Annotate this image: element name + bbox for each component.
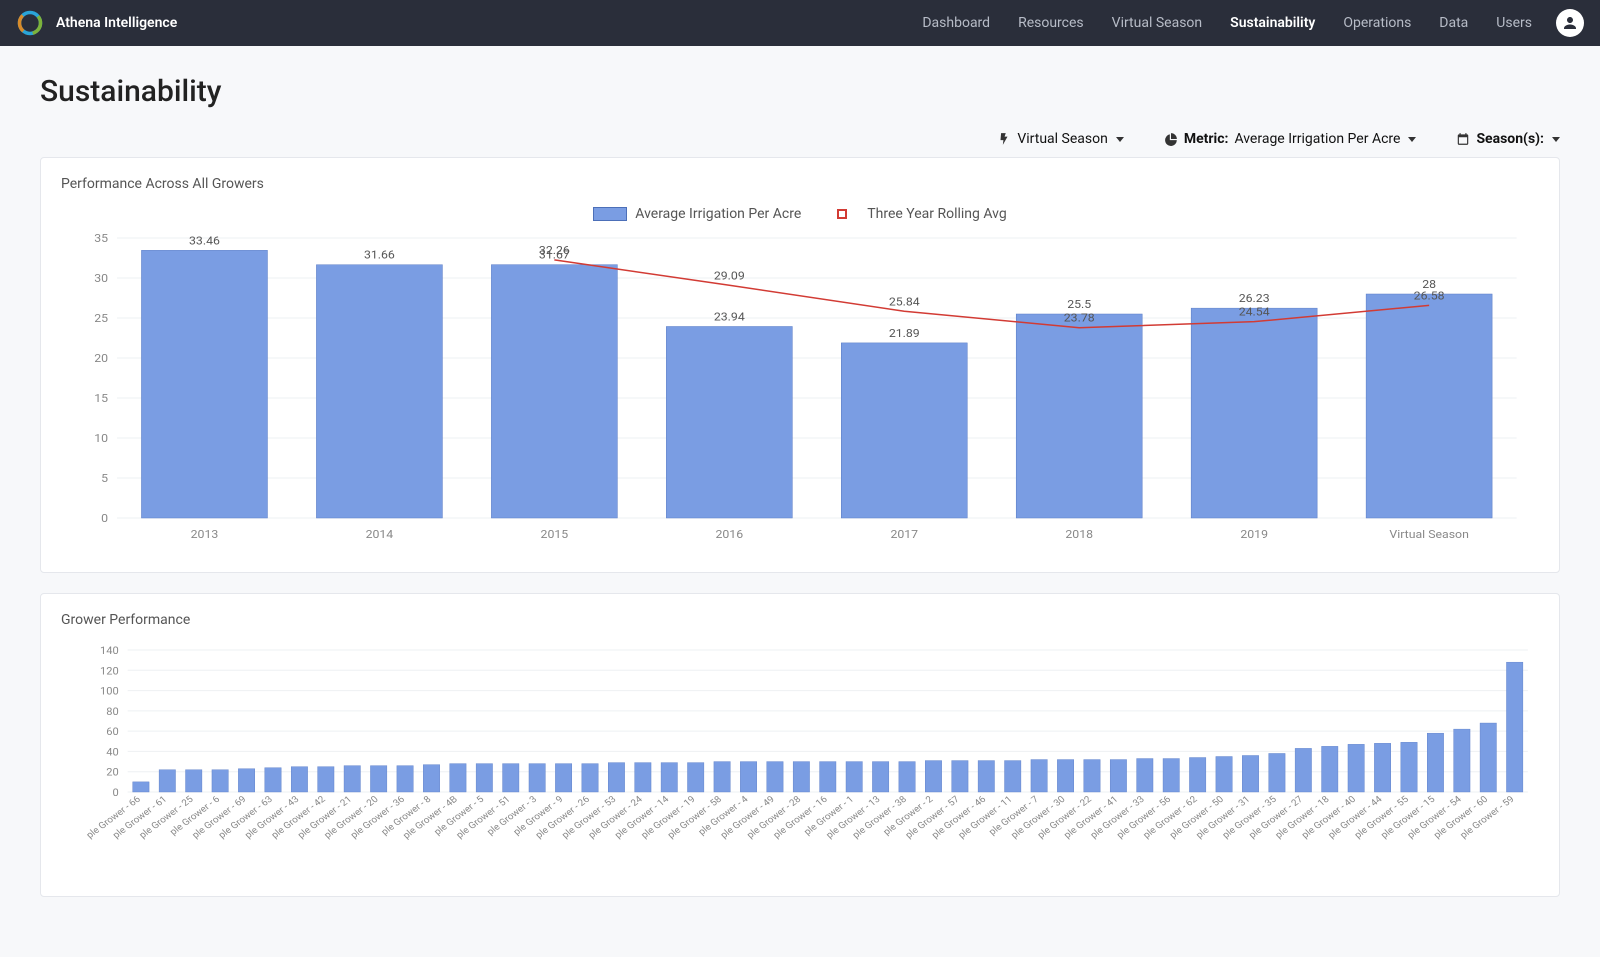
svg-text:24.54: 24.54 [1239,305,1270,318]
svg-text:10: 10 [94,432,108,445]
svg-text:2015: 2015 [541,528,569,541]
svg-text:0: 0 [101,512,108,525]
chart1-title: Performance Across All Growers [61,176,1539,192]
chevron-down-icon [1408,137,1416,142]
svg-text:2013: 2013 [191,528,219,541]
nav-link-resources[interactable]: Resources [1018,15,1084,31]
svg-text:2019: 2019 [1240,528,1268,541]
chevron-down-icon [1552,137,1560,142]
svg-text:20: 20 [106,766,119,778]
svg-text:20: 20 [94,352,108,365]
svg-text:30: 30 [94,272,108,285]
svg-text:120: 120 [100,665,119,677]
calendar-icon [1456,132,1470,146]
svg-text:100: 100 [100,685,119,697]
svg-text:2017: 2017 [890,528,918,541]
nav-link-users[interactable]: Users [1496,15,1532,31]
svg-text:0: 0 [113,787,119,799]
svg-text:31.66: 31.66 [364,248,395,261]
svg-text:Virtual Season: Virtual Season [1389,528,1468,541]
seasons-dropdown[interactable]: Season(s): [1456,131,1560,147]
chart2-title: Grower Performance [61,612,1539,628]
svg-text:5: 5 [101,472,108,485]
virtual-season-dropdown[interactable]: Virtual Season [997,131,1124,147]
line-swatch-icon [825,209,859,219]
svg-text:35: 35 [94,232,108,245]
svg-text:26.23: 26.23 [1239,292,1270,305]
svg-text:15: 15 [94,392,108,405]
performance-across-growers-card: Performance Across All Growers Average I… [40,157,1560,573]
legend-bar[interactable]: Average Irrigation Per Acre [593,206,801,222]
svg-text:2014: 2014 [366,528,394,541]
svg-text:23.78: 23.78 [1064,311,1095,324]
svg-text:80: 80 [106,705,119,717]
svg-text:2016: 2016 [715,528,743,541]
bar-swatch-icon [593,207,627,221]
svg-text:40: 40 [106,746,119,758]
user-avatar[interactable] [1556,9,1584,37]
user-icon [1561,14,1579,32]
chart1-svg: 0510152025303533.46201331.66201431.67201… [61,228,1539,548]
svg-text:25.84: 25.84 [889,295,920,308]
nav-link-sustainability[interactable]: Sustainability [1230,15,1315,31]
svg-text:23.94: 23.94 [714,310,745,323]
grower-performance-card: Grower Performance 020406080100120140ple… [40,593,1560,897]
svg-text:25: 25 [94,312,108,325]
metric-dropdown[interactable]: Metric: Average Irrigation Per Acre [1164,131,1417,147]
svg-text:2018: 2018 [1065,528,1093,541]
legend-line[interactable]: Three Year Rolling Avg [825,206,1006,222]
brand-logo-icon [16,9,44,37]
nav-link-data[interactable]: Data [1439,15,1468,31]
nav-link-operations[interactable]: Operations [1343,15,1411,31]
chart2-svg: 020406080100120140ple Grower - 66ple Gro… [61,642,1539,872]
brand-title: Athena Intelligence [56,15,177,31]
svg-text:21.89: 21.89 [889,327,920,340]
svg-text:29.09: 29.09 [714,269,745,282]
svg-text:26.58: 26.58 [1414,289,1445,302]
svg-text:140: 140 [100,645,119,657]
svg-text:33.46: 33.46 [189,234,220,247]
svg-text:60: 60 [106,726,119,738]
nav-link-virtual-season[interactable]: Virtual Season [1112,15,1203,31]
page-title: Sustainability [40,74,1560,109]
bolt-icon [997,132,1011,146]
svg-text:32.26: 32.26 [539,244,570,257]
svg-text:25.5: 25.5 [1067,298,1091,311]
pie-chart-icon [1164,132,1178,146]
nav-link-dashboard[interactable]: Dashboard [922,15,990,31]
chevron-down-icon [1116,137,1124,142]
